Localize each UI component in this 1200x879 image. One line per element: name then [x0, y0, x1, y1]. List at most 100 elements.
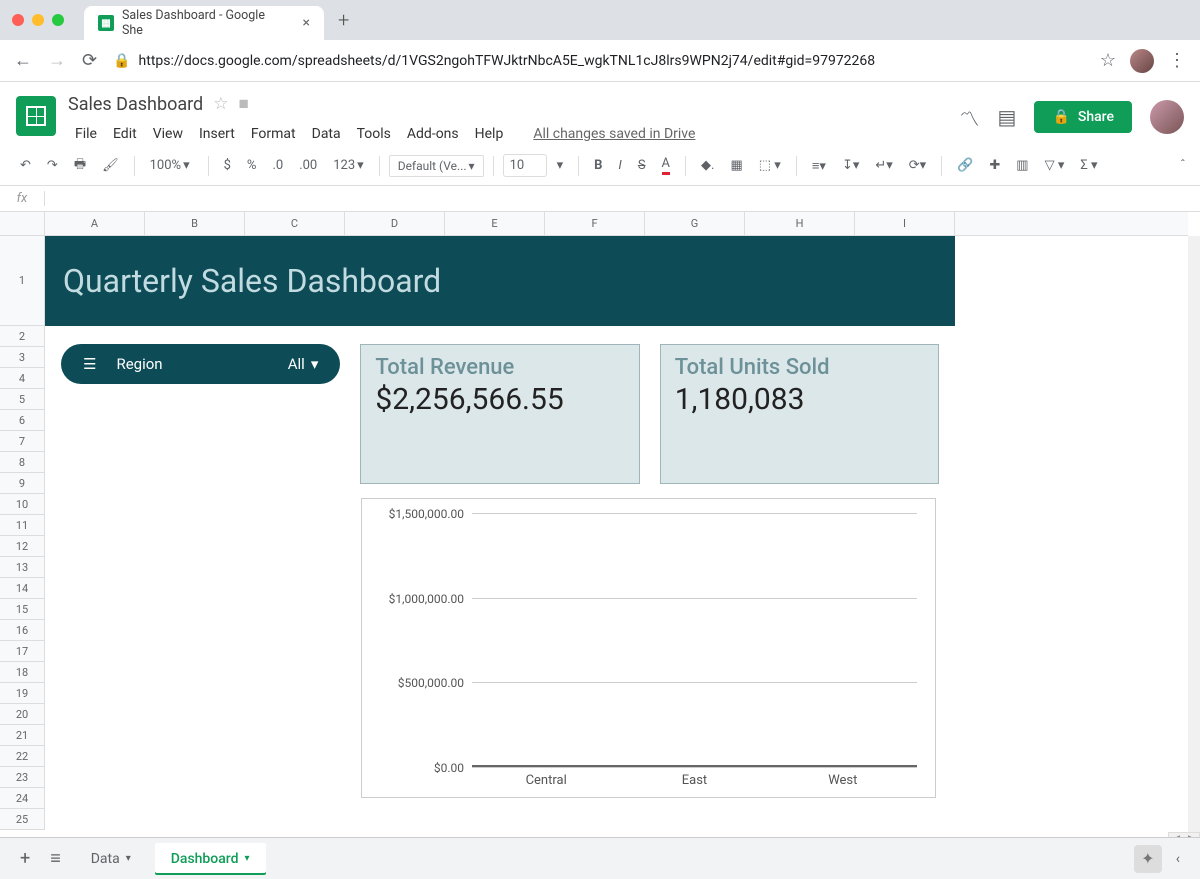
url-field[interactable]: 🔒 https://docs.google.com/spreadsheets/d…: [113, 53, 1084, 69]
row-header[interactable]: 2: [0, 326, 44, 347]
zoom-dropdown[interactable]: 100% ▾: [144, 154, 199, 177]
forward-button[interactable]: →: [48, 50, 66, 71]
menu-file[interactable]: File: [68, 122, 104, 146]
region-filter-dropdown[interactable]: ☰ Region All▾: [61, 344, 340, 384]
row-header[interactable]: 9: [0, 473, 44, 494]
row-header[interactable]: 6: [0, 410, 44, 431]
row-header[interactable]: 16: [0, 620, 44, 641]
comments-icon[interactable]: ▤: [998, 105, 1017, 129]
column-header[interactable]: E: [445, 212, 545, 235]
font-size-caret-icon[interactable]: ▾: [551, 154, 570, 177]
menu-help[interactable]: Help: [468, 122, 511, 146]
column-header[interactable]: D: [345, 212, 445, 235]
browser-menu-icon[interactable]: ⋮: [1168, 50, 1186, 71]
font-dropdown[interactable]: Default (Ve... ▾: [389, 155, 484, 177]
new-tab-button[interactable]: +: [338, 8, 349, 32]
browser-tab[interactable]: ▦ Sales Dashboard - Google She ×: [84, 6, 324, 40]
strikethrough-button[interactable]: S: [632, 154, 652, 177]
row-header[interactable]: 19: [0, 683, 44, 704]
row-header[interactable]: 13: [0, 557, 44, 578]
row-header[interactable]: 12: [0, 536, 44, 557]
row-header[interactable]: 11: [0, 515, 44, 536]
menu-data[interactable]: Data: [305, 122, 348, 146]
menu-tools[interactable]: Tools: [350, 122, 398, 146]
vertical-scrollbar[interactable]: [1188, 236, 1200, 832]
sheet-content[interactable]: Quarterly Sales Dashboard ☰ Region All▾ …: [45, 236, 1188, 846]
menu-insert[interactable]: Insert: [192, 122, 242, 146]
collapse-toolbar-icon[interactable]: ˆ: [1180, 158, 1186, 173]
menu-addons[interactable]: Add-ons: [400, 122, 466, 146]
font-size-input[interactable]: 10: [503, 154, 547, 177]
row-header[interactable]: 24: [0, 788, 44, 809]
sheet-tab-data[interactable]: Data ▾: [75, 843, 147, 875]
merge-cells-button[interactable]: ⬚ ▾: [753, 154, 787, 177]
column-header[interactable]: H: [745, 212, 855, 235]
column-header[interactable]: C: [245, 212, 345, 235]
star-icon[interactable]: ☆: [213, 94, 228, 114]
explore-button[interactable]: ✦: [1134, 845, 1162, 873]
column-header[interactable]: G: [645, 212, 745, 235]
decrease-decimal-button[interactable]: .0: [266, 154, 289, 177]
row-header[interactable]: 1: [0, 236, 44, 326]
row-header[interactable]: 14: [0, 578, 44, 599]
percent-button[interactable]: %: [241, 154, 263, 177]
all-sheets-button[interactable]: ≡: [44, 842, 67, 875]
row-header[interactable]: 20: [0, 704, 44, 725]
print-button[interactable]: 🖶: [68, 151, 92, 181]
column-header[interactable]: F: [545, 212, 645, 235]
reload-button[interactable]: ⟳: [82, 50, 97, 71]
close-window-button[interactable]: [12, 14, 24, 26]
text-wrap-button[interactable]: ↵▾: [869, 154, 898, 177]
bold-button[interactable]: B: [588, 154, 608, 177]
column-header[interactable]: I: [855, 212, 955, 235]
move-folder-icon[interactable]: ■: [238, 94, 248, 114]
column-header[interactable]: A: [45, 212, 145, 235]
redo-button[interactable]: ↷: [41, 154, 64, 177]
row-header[interactable]: 5: [0, 389, 44, 410]
row-header[interactable]: 7: [0, 431, 44, 452]
row-header[interactable]: 18: [0, 662, 44, 683]
activity-icon[interactable]: 〽: [960, 103, 980, 132]
close-tab-icon[interactable]: ×: [303, 15, 310, 31]
sheet-tab-dashboard[interactable]: Dashboard ▾: [155, 843, 266, 875]
row-header[interactable]: 17: [0, 641, 44, 662]
document-title[interactable]: Sales Dashboard: [68, 94, 203, 115]
row-header[interactable]: 15: [0, 599, 44, 620]
paint-format-button[interactable]: 🖌: [96, 154, 125, 177]
row-header[interactable]: 4: [0, 368, 44, 389]
formula-input[interactable]: [45, 191, 1200, 206]
text-color-button[interactable]: A: [656, 152, 676, 179]
undo-button[interactable]: ↶: [14, 154, 37, 177]
insert-link-button[interactable]: 🔗: [951, 154, 979, 177]
vertical-align-button[interactable]: ↧▾: [836, 154, 865, 177]
insert-comment-button[interactable]: ✚: [983, 154, 1006, 177]
italic-button[interactable]: I: [612, 154, 627, 177]
select-all-corner[interactable]: [0, 212, 45, 236]
save-status[interactable]: All changes saved in Drive: [526, 122, 702, 146]
revenue-bar-chart[interactable]: $1,500,000.00$1,000,000.00$500,000.00$0.…: [361, 498, 936, 798]
menu-format[interactable]: Format: [244, 122, 303, 146]
side-panel-toggle[interactable]: ‹: [1170, 845, 1186, 873]
share-button[interactable]: 🔒 Share: [1034, 101, 1132, 133]
browser-profile-avatar[interactable]: [1130, 49, 1154, 73]
filter-button[interactable]: ▽ ▾: [1039, 154, 1071, 177]
row-header[interactable]: 10: [0, 494, 44, 515]
row-header[interactable]: 21: [0, 725, 44, 746]
row-header[interactable]: 22: [0, 746, 44, 767]
row-header[interactable]: 3: [0, 347, 44, 368]
account-avatar[interactable]: [1150, 100, 1184, 134]
insert-chart-button[interactable]: ▥: [1010, 154, 1034, 177]
minimize-window-button[interactable]: [32, 14, 44, 26]
currency-button[interactable]: $: [218, 154, 237, 177]
sheets-logo[interactable]: [16, 96, 56, 136]
functions-button[interactable]: Σ ▾: [1074, 154, 1103, 177]
row-header[interactable]: 8: [0, 452, 44, 473]
add-sheet-button[interactable]: +: [14, 842, 36, 875]
number-format-dropdown[interactable]: 123▾: [327, 154, 369, 177]
menu-view[interactable]: View: [146, 122, 190, 146]
increase-decimal-button[interactable]: .00: [293, 154, 323, 177]
fill-color-button[interactable]: ◆.: [695, 154, 720, 177]
row-header[interactable]: 25: [0, 809, 44, 830]
bookmark-star-icon[interactable]: ☆: [1100, 50, 1116, 71]
menu-edit[interactable]: Edit: [106, 122, 144, 146]
